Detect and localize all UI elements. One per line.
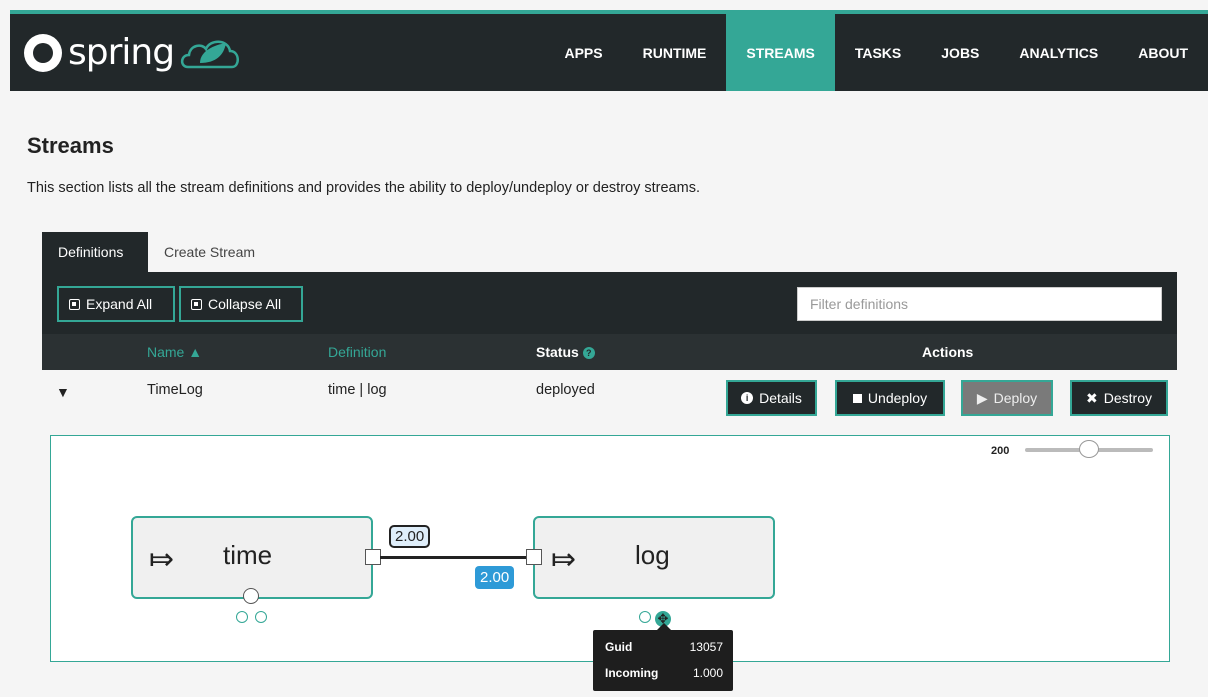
graph-node-time[interactable]: ⤇ time [131, 516, 373, 599]
node-label: time [223, 540, 273, 570]
nav-runtime[interactable]: RUNTIME [623, 14, 727, 91]
node-handle[interactable] [255, 611, 267, 623]
play-icon: ▶ [976, 389, 988, 406]
collapse-row-icon[interactable]: ▼ [56, 384, 70, 400]
column-header-definition[interactable]: Definition [328, 344, 386, 360]
undeploy-button[interactable]: Undeploy [835, 380, 945, 416]
expand-all-button[interactable]: Expand All [57, 286, 175, 322]
collapse-all-label: Collapse All [208, 296, 282, 312]
column-header-name[interactable]: Name ▲ [147, 344, 202, 360]
stream-definition: time | log [328, 382, 387, 398]
tap-port[interactable] [243, 588, 259, 604]
spring-power-icon [24, 33, 62, 72]
help-icon[interactable]: ? [582, 347, 595, 359]
sink-arrow-icon: ⤇ [551, 542, 577, 577]
column-header-actions: Actions [922, 344, 974, 360]
output-port[interactable] [365, 549, 381, 565]
source-arrow-icon: ⤇ [149, 542, 175, 577]
page-title: Streams [27, 133, 114, 158]
node-label: log [635, 540, 670, 570]
nav-apps[interactable]: APPS [544, 14, 622, 91]
tooltip-row: Guid 13057 [605, 640, 723, 654]
details-button[interactable]: i Details [726, 380, 817, 416]
nav-about[interactable]: ABOUT [1118, 14, 1208, 91]
destroy-button[interactable]: ✖ Destroy [1070, 380, 1168, 416]
expand-all-label: Expand All [86, 296, 153, 312]
nav-streams[interactable]: STREAMS [726, 14, 835, 91]
cloud-leaf-icon [180, 40, 240, 68]
node-handle[interactable] [236, 611, 248, 623]
spring-logo[interactable]: spring [24, 24, 242, 81]
tab-create-stream[interactable]: Create Stream [148, 232, 271, 272]
info-icon: i [741, 392, 754, 404]
close-icon: ✖ [1086, 389, 1098, 406]
graph-node-log[interactable]: ⤇ log [533, 516, 775, 599]
brand-name: spring [68, 32, 175, 73]
table-row: ▼ TimeLog time | log deployed i Details … [42, 370, 1177, 426]
nav-analytics[interactable]: ANALYTICS [999, 14, 1118, 91]
outgoing-rate-badge: 2.00 [389, 525, 431, 548]
filter-definitions-input[interactable] [797, 287, 1162, 321]
tab-definitions[interactable]: Definitions [42, 232, 148, 272]
zoom-value: 200 [991, 445, 1010, 457]
nav-jobs[interactable]: JOBS [921, 14, 999, 91]
stream-graph-panel: 200 ⤇ time 2.00 2.00 ⤇ log ✥ [50, 435, 1170, 662]
table-header: Name ▲ Definition Status ? Actions [42, 334, 1177, 370]
expand-icon [69, 298, 80, 310]
column-header-status: Status ? [536, 344, 595, 360]
collapse-all-button[interactable]: Collapse All [179, 286, 303, 322]
node-tooltip: Guid 13057 Incoming 1.000 [593, 623, 733, 691]
definitions-toolbar: Expand All Collapse All [42, 272, 1177, 334]
deploy-button[interactable]: ▶ Deploy [961, 380, 1053, 416]
stream-status: deployed [536, 382, 595, 398]
stream-name: TimeLog [147, 382, 203, 398]
navbar: spring APPS RUNTIME STREAMS TASKS JOBS A… [10, 14, 1208, 91]
stream-link[interactable] [380, 556, 534, 559]
main-nav: APPS RUNTIME STREAMS TASKS JOBS ANALYTIC… [544, 14, 1208, 91]
incoming-rate-badge: 2.00 [475, 566, 515, 589]
tooltip-row: Incoming 1.000 [605, 666, 723, 680]
zoom-slider-thumb[interactable] [1079, 440, 1099, 458]
nav-tasks[interactable]: TASKS [835, 14, 921, 91]
node-handle[interactable] [639, 611, 651, 623]
page-description: This section lists all the stream defini… [27, 180, 700, 196]
stop-icon [852, 393, 862, 403]
sort-ascending-icon: ▲ [188, 344, 203, 360]
collapse-icon [191, 298, 202, 310]
input-port[interactable] [526, 549, 542, 565]
